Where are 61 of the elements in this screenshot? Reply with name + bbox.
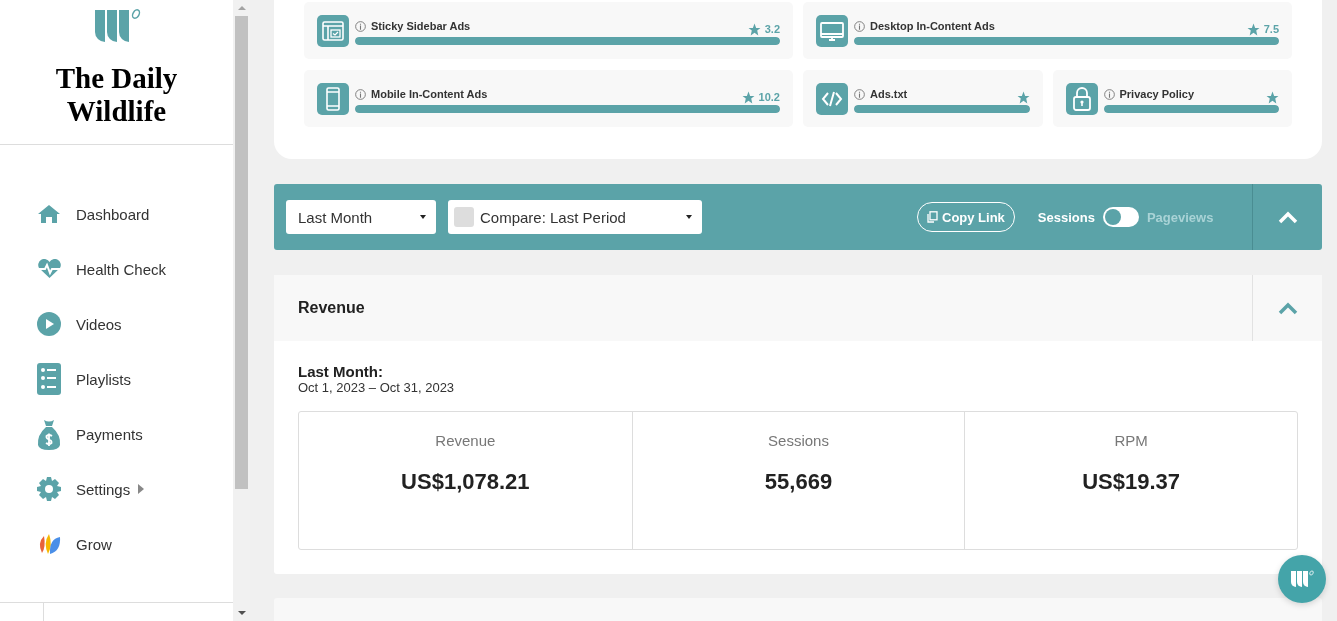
nav-item[interactable]: Grow	[0, 529, 233, 559]
score-value: 3.2	[764, 23, 780, 35]
stat-label: Revenue	[435, 432, 496, 449]
health-check-tile[interactable]: Sticky Sidebar Ads 3.2	[304, 2, 793, 59]
stat-value: 55,669	[764, 469, 833, 495]
home-icon	[37, 204, 61, 224]
nav-item[interactable]: Health Check	[0, 254, 233, 284]
stat-value: US$1,078.21	[401, 469, 530, 495]
nav-item[interactable]: Payments	[0, 419, 233, 449]
scrollbar[interactable]	[233, 0, 250, 621]
monitor-icon	[816, 14, 848, 47]
nav-item[interactable]: Videos	[0, 309, 233, 339]
stat-label: Sessions	[768, 432, 829, 449]
phone-icon	[317, 82, 349, 115]
site-title: The Daily Wildlife	[54, 62, 179, 128]
health-check-tile[interactable]: Ads.txt	[803, 70, 1043, 127]
info-icon[interactable]	[854, 20, 865, 32]
check-name: Privacy Policy	[1119, 88, 1196, 100]
gear-icon	[37, 477, 61, 501]
heartbeat-icon	[37, 259, 62, 279]
panel-title: Revenue	[298, 299, 365, 317]
check-name: Mobile In-Content Ads	[371, 88, 489, 100]
chevron-up-icon	[1277, 301, 1298, 315]
info-icon[interactable]	[1103, 88, 1115, 100]
score-value: 7.5	[1263, 23, 1279, 35]
star-icon	[1016, 90, 1030, 104]
leaves-icon	[37, 533, 61, 555]
score-value: 10.2	[758, 91, 780, 103]
stat-label: RPM	[1114, 432, 1148, 449]
star-icon	[1266, 90, 1279, 104]
money-bag-icon	[37, 418, 61, 450]
health-check-tile[interactable]: Privacy Policy	[1052, 70, 1292, 127]
star-icon	[1246, 22, 1260, 36]
info-icon[interactable]	[355, 88, 366, 100]
info-icon[interactable]	[854, 88, 865, 100]
star-icon	[747, 22, 761, 36]
date-range-dropdown[interactable]: Last Month	[286, 200, 436, 234]
logo-icon	[92, 8, 141, 44]
code-icon	[816, 82, 848, 115]
chevron-up-icon	[1277, 210, 1298, 224]
padlock-icon	[1065, 82, 1098, 115]
check-name: Desktop In-Content Ads	[870, 20, 996, 32]
nav-item[interactable]: Settings	[0, 474, 233, 504]
period-dates: Oct 1, 2023 – Oct 31, 2023	[298, 380, 456, 395]
nav-item[interactable]: Playlists	[0, 364, 233, 394]
nav-item[interactable]: Dashboard	[0, 199, 233, 229]
logo-icon	[1290, 570, 1314, 588]
health-check-tile[interactable]: Mobile In-Content Ads 10.2	[304, 70, 793, 127]
play-circle-icon	[37, 312, 61, 336]
copy-icon	[927, 211, 938, 223]
checklist-icon	[37, 363, 61, 395]
stat-value: US$19.37	[1082, 469, 1181, 495]
info-icon[interactable]	[355, 20, 366, 32]
check-name: Sticky Sidebar Ads	[371, 20, 472, 32]
check-name: Ads.txt	[870, 88, 909, 100]
browser-window-icon	[317, 14, 349, 47]
star-icon	[741, 90, 755, 104]
metric-toggle-switch[interactable]	[1102, 207, 1139, 227]
health-check-tile[interactable]: Desktop In-Content Ads 7.5	[803, 2, 1292, 59]
period-label: Last Month:	[298, 363, 384, 380]
compare-dropdown[interactable]: Compare: Last Period	[448, 200, 702, 234]
